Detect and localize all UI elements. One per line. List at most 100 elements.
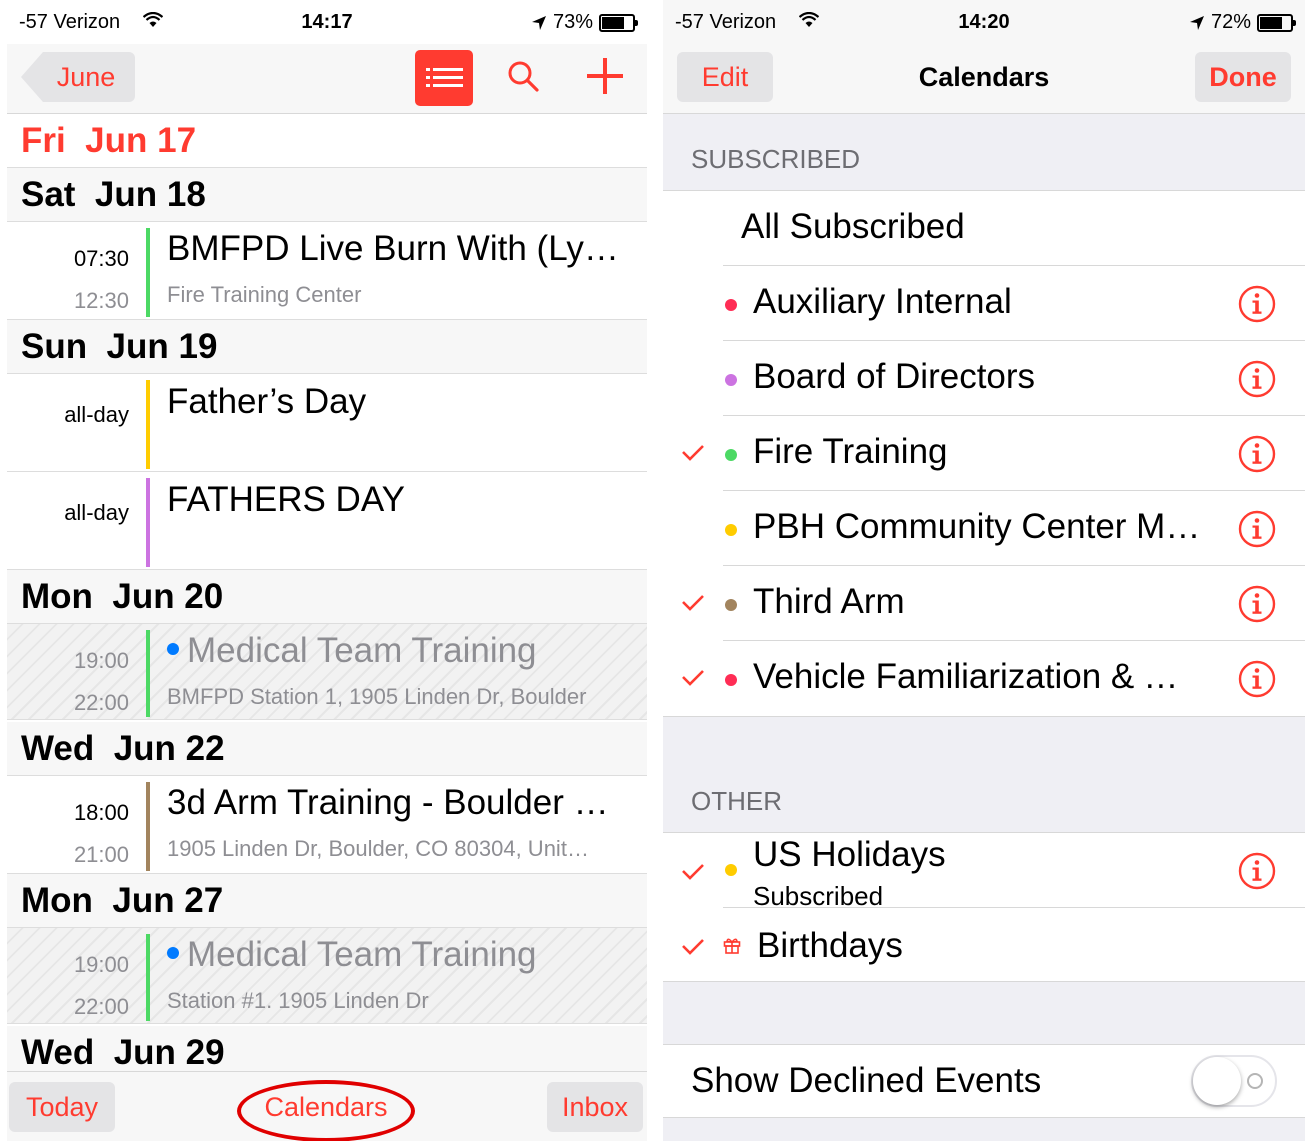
info-icon[interactable] <box>1237 359 1277 399</box>
show-declined-events-toggle[interactable] <box>1191 1055 1277 1107</box>
calendar-color-dot <box>725 374 737 386</box>
day-header-today: Fri Jun 17 <box>7 114 647 168</box>
info-icon[interactable] <box>1237 509 1277 549</box>
calendar-color-dot <box>725 449 737 461</box>
calendar-row[interactable]: Vehicle Familiarization & Training <box>663 641 1305 716</box>
day-header: Sun Jun 19 <box>7 320 647 374</box>
event-start: all-day <box>64 500 129 525</box>
calendar-row[interactable]: US Holidays Subscribed <box>663 833 1305 911</box>
calendar-row[interactable]: Birthdays <box>663 908 1305 983</box>
subscribed-calendar-group: All Subscribed Auxiliary Internal Board … <box>663 190 1305 717</box>
all-subscribed-label: All Subscribed <box>741 207 965 246</box>
calendar-row[interactable]: Auxiliary Internal <box>663 266 1305 341</box>
calendar-color-bar <box>146 228 150 317</box>
show-declined-events-label: Show Declined Events <box>691 1061 1042 1100</box>
day-header: Sat Jun 18 <box>7 168 647 222</box>
section-header-other: OTHER <box>691 786 782 816</box>
back-to-june-button[interactable]: June <box>21 52 135 102</box>
event-start: 19:00 <box>73 952 129 977</box>
calendars-button[interactable]: Calendars <box>253 1082 399 1132</box>
checkmark-icon <box>682 670 704 686</box>
info-icon[interactable] <box>1237 284 1277 324</box>
checkmark-icon <box>682 864 704 880</box>
navigation-bar: Edit Calendars Done <box>663 44 1305 114</box>
battery-icon <box>1257 13 1296 32</box>
event-row[interactable]: all-day Father’s Day <box>7 374 647 472</box>
event-end: 22:00 <box>73 994 129 1019</box>
event-row[interactable]: 18:00 21:00 3d Arm Training - Boulder Sta… <box>7 776 647 874</box>
calendars-settings-screen: -57 Verizon 14:20 72% Edit Calendars Don… <box>663 0 1305 1141</box>
event-title: Medical Team Training <box>187 631 537 670</box>
location-arrow-icon <box>1189 15 1204 30</box>
event-location: Fire Training Center <box>167 282 362 307</box>
battery-icon <box>599 13 638 32</box>
day-header: Mon Jun 20 <box>7 570 647 624</box>
checkmark-icon <box>682 595 704 611</box>
event-title: Medical Team Training <box>187 935 537 974</box>
battery-percent: 73% <box>552 11 593 33</box>
info-icon[interactable] <box>1237 659 1277 699</box>
today-button[interactable]: Today <box>9 1082 115 1132</box>
event-location: 1905 Linden Dr, Boulder, CO 80304, Unite… <box>167 836 597 861</box>
all-subscribed-row[interactable]: All Subscribed <box>663 191 1305 266</box>
calendar-color-dot <box>725 674 737 686</box>
status-bar: -57 Verizon 14:20 72% <box>663 0 1305 44</box>
event-row[interactable]: 19:00 22:00 Medical Team Training Station… <box>7 928 647 1024</box>
location-arrow-icon <box>531 15 546 30</box>
calendar-name: Birthdays <box>757 926 903 965</box>
event-end: 21:00 <box>73 842 129 867</box>
add-event-icon[interactable] <box>587 58 623 94</box>
calendar-color-bar <box>146 934 150 1021</box>
info-icon[interactable] <box>1237 434 1277 474</box>
event-location: BMFPD Station 1, 1905 Linden Dr, Boulder <box>167 684 587 709</box>
done-button[interactable]: Done <box>1195 52 1291 102</box>
calendar-color-dot <box>725 864 737 876</box>
battery-percent: 72% <box>1210 11 1251 33</box>
event-row[interactable]: 19:00 22:00 Medical Team Training BMFPD S… <box>7 624 647 720</box>
event-title: Father’s Day <box>167 382 367 421</box>
calendar-color-bar <box>146 782 150 871</box>
search-icon[interactable] <box>507 60 539 92</box>
calendar-color-dot <box>725 524 737 536</box>
event-row[interactable]: 07:30 12:30 BMFPD Live Burn With (Lyons F… <box>7 222 647 320</box>
info-icon[interactable] <box>1237 584 1277 624</box>
event-start: 07:30 <box>73 246 129 271</box>
event-start: 19:00 <box>73 648 129 673</box>
event-end: 12:30 <box>73 288 129 313</box>
gift-icon <box>723 938 741 954</box>
event-row[interactable]: all-day FATHERS DAY <box>7 472 647 570</box>
info-icon[interactable] <box>1237 851 1277 891</box>
event-end: 22:00 <box>73 690 129 715</box>
event-start: 18:00 <box>73 800 129 825</box>
calendar-list-screen: -57 Verizon 14:17 73% June Fri Jun 17 Sa… <box>7 0 647 1141</box>
calendar-row[interactable]: Fire Training <box>663 416 1305 491</box>
calendar-color-bar <box>146 630 150 717</box>
calendar-color-dot <box>725 299 737 311</box>
calendar-row[interactable]: Board of Directors <box>663 341 1305 416</box>
calendar-color-dot <box>725 599 737 611</box>
bottom-toolbar: Today Calendars Inbox <box>7 1071 647 1141</box>
checkmark-icon <box>682 939 704 955</box>
calendar-row[interactable]: Third Arm <box>663 566 1305 641</box>
day-header: Mon Jun 27 <box>7 874 647 928</box>
calendar-name: Auxiliary Internal <box>753 282 1012 321</box>
invitation-dot-icon <box>167 642 179 655</box>
section-header-subscribed: SUBSCRIBED <box>691 144 861 174</box>
calendar-name: Board of Directors <box>753 357 1036 396</box>
other-calendar-group: US Holidays Subscribed Birthdays <box>663 832 1305 982</box>
calendar-name: PBH Community Center Meetings <box>753 507 1219 546</box>
event-title: FATHERS DAY <box>167 480 405 519</box>
event-start: all-day <box>64 402 129 427</box>
day-header: Wed Jun 22 <box>7 722 647 776</box>
event-title: BMFPD Live Burn With (Lyons FD, JFD, LHF… <box>167 229 623 268</box>
event-title: 3d Arm Training - Boulder Station <box>167 783 623 822</box>
event-location: Station #1. 1905 Linden Dr <box>167 988 429 1013</box>
navigation-bar: June <box>7 44 647 114</box>
declined-events-group: Show Declined Events <box>663 1044 1305 1118</box>
calendar-name: Vehicle Familiarization & Training <box>753 657 1193 696</box>
calendar-row[interactable]: PBH Community Center Meetings <box>663 491 1305 566</box>
inbox-button[interactable]: Inbox <box>547 1082 643 1132</box>
calendar-name: US Holidays <box>753 835 946 874</box>
calendar-color-bar <box>146 478 150 567</box>
list-view-button[interactable] <box>415 50 473 106</box>
